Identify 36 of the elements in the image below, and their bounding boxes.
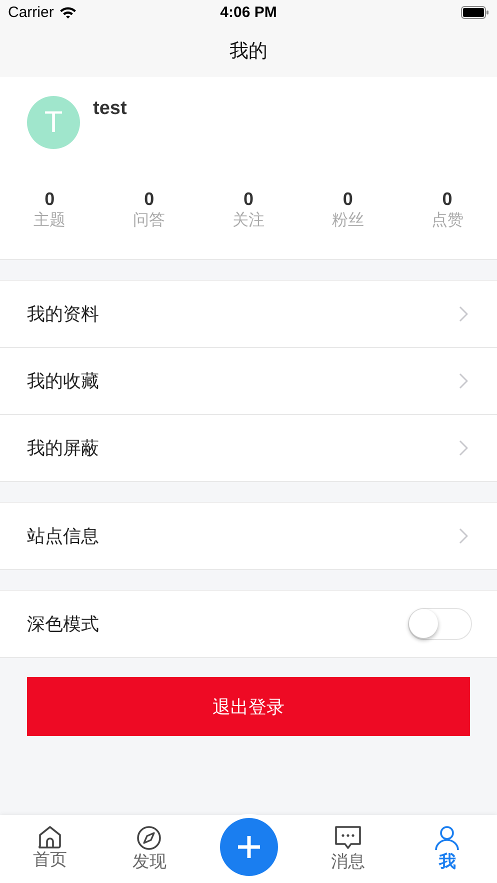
chevron-icon xyxy=(459,528,468,544)
stat-label: 关注 xyxy=(232,209,264,231)
stat-label: 点赞 xyxy=(431,209,464,231)
tab-item[interactable]: 首页 xyxy=(0,815,100,871)
chevron-icon xyxy=(459,306,468,322)
menu-row[interactable]: 我的收藏 xyxy=(0,348,497,415)
battery-icon xyxy=(460,6,489,19)
stat-label: 粉丝 xyxy=(332,209,364,231)
stat-value: 0 xyxy=(44,189,55,209)
setting-label: 深色模式 xyxy=(27,613,99,636)
chat-bubble-icon xyxy=(334,825,362,851)
stat-value: 0 xyxy=(442,189,452,209)
stat-value: 0 xyxy=(342,189,353,209)
menu-row[interactable]: 我的资料 xyxy=(0,281,497,348)
tab-item[interactable]: 发现 xyxy=(100,815,199,873)
tab-item[interactable]: 我 xyxy=(398,815,497,873)
logout-button[interactable]: 退出登录 xyxy=(27,677,470,736)
person-icon xyxy=(434,825,460,851)
wifi-icon xyxy=(58,6,77,19)
stat-value: 0 xyxy=(144,189,154,209)
user-name: test xyxy=(93,97,127,121)
toggle-switch[interactable] xyxy=(408,608,472,640)
compass-icon xyxy=(136,825,162,851)
chevron-icon xyxy=(459,373,468,389)
carrier-label: Carrier xyxy=(8,4,54,21)
menu-row[interactable]: 我的屏蔽 xyxy=(0,415,497,481)
plus-icon xyxy=(236,834,262,860)
chevron-icon xyxy=(459,440,468,456)
page-title: 我的 xyxy=(230,39,268,64)
stat-label: 主题 xyxy=(34,209,66,231)
tab-item[interactable]: 消息 xyxy=(298,815,398,873)
menu-row[interactable]: 站点信息 xyxy=(0,503,497,569)
stat-label: 问答 xyxy=(133,209,166,231)
stat-value: 0 xyxy=(243,189,254,209)
home-icon xyxy=(36,825,63,849)
clock-time: 4:06 PM xyxy=(220,4,277,21)
